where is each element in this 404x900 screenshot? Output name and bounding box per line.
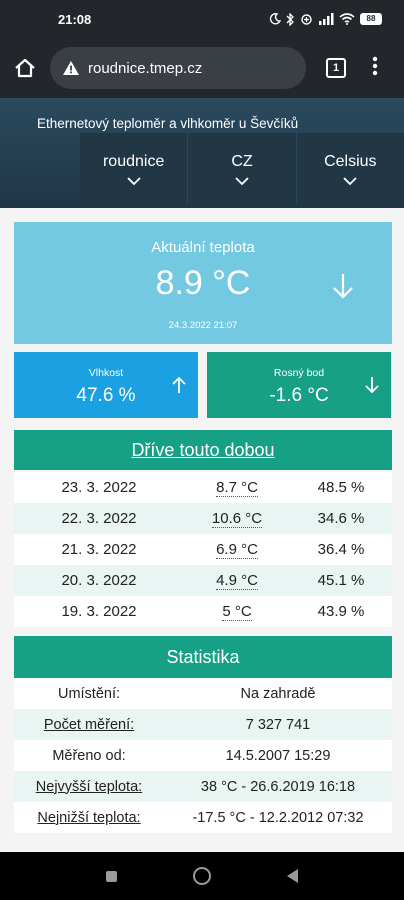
history-temp: 8.7 °C — [184, 479, 290, 497]
current-temperature-timestamp: 24.3.2022 21:07 — [168, 320, 238, 331]
browser-toolbar: roudnice.tmep.cz 1 — [0, 38, 404, 98]
history-humidity: 34.6 % — [317, 510, 365, 527]
history-title-link[interactable]: Dříve touto dobou — [131, 440, 274, 460]
history-date: 20. 3. 2022 — [61, 572, 137, 589]
home-icon — [15, 58, 35, 78]
history-temp-value[interactable]: 6.9 °C — [216, 541, 258, 559]
history-temp: 4.9 °C — [184, 572, 290, 590]
system-navigation-bar — [0, 852, 404, 900]
nav-location-dropdown[interactable]: roudnice — [80, 133, 189, 205]
statistics-header: Statistika — [14, 636, 392, 678]
stat-key: Umístění: — [14, 686, 164, 702]
site-header: Ethernetový teploměr a vlhkoměr u Ševčík… — [0, 98, 404, 208]
table-row: Počet měření: 7 327 741 — [14, 709, 392, 740]
history-temp-value[interactable]: 5 °C — [222, 603, 252, 621]
stat-key: Měřeno od: — [14, 748, 164, 764]
dewpoint-card: Rosný bod -1.6 °C — [207, 352, 391, 418]
stat-key-link[interactable]: Nejvyšší teplota: — [36, 779, 142, 795]
stat-value: 7 327 741 — [245, 716, 311, 733]
history-temp: 6.9 °C — [184, 541, 290, 559]
data-saver-icon — [301, 13, 312, 25]
stat-value: 38 °C - 26.6.2019 16:18 — [200, 778, 356, 795]
nav-language-label: CZ — [231, 153, 253, 170]
chevron-down-icon — [127, 177, 141, 185]
address-bar[interactable]: roudnice.tmep.cz — [50, 47, 306, 89]
arrow-down-icon — [365, 377, 379, 394]
tab-switcher-button[interactable]: 1 — [326, 58, 346, 78]
history-temp: 10.6 °C — [184, 510, 290, 528]
table-row: Umístění: Na zahradě — [14, 678, 392, 709]
history-temp: 5 °C — [184, 603, 290, 621]
home-nav-button[interactable] — [193, 867, 211, 885]
table-row: Měřeno od: 14.5.2007 15:29 — [14, 740, 392, 771]
history-table: 23. 3. 2022 8.7 °C 48.5 % 22. 3. 2022 10… — [14, 472, 392, 627]
more-vert-icon — [372, 56, 378, 76]
history-temp-value[interactable]: 10.6 °C — [211, 510, 263, 528]
stat-key-link[interactable]: Nejnižší teplota: — [37, 810, 140, 826]
history-date: 22. 3. 2022 — [61, 510, 137, 527]
table-row: 23. 3. 2022 8.7 °C 48.5 % — [14, 472, 392, 503]
history-header[interactable]: Dříve touto dobou — [14, 430, 392, 470]
stat-key: Počet měření: — [14, 717, 164, 733]
nav-unit-label: Celsius — [324, 153, 377, 170]
history-temp-value[interactable]: 8.7 °C — [216, 479, 258, 497]
recents-button[interactable] — [106, 870, 117, 882]
table-row: 20. 3. 2022 4.9 °C 45.1 % — [14, 565, 392, 596]
history-date: 23. 3. 2022 — [61, 479, 137, 496]
current-temperature-label: Aktuální teplota — [151, 239, 255, 256]
back-button[interactable] — [287, 869, 298, 883]
warning-icon — [62, 60, 80, 76]
history-humidity: 48.5 % — [317, 479, 365, 496]
stat-value: 14.5.2007 15:29 — [225, 747, 331, 764]
history-date: 21. 3. 2022 — [61, 541, 137, 558]
arrow-down-icon — [333, 274, 353, 299]
arrow-up-icon — [172, 376, 186, 393]
history-humidity: 43.9 % — [317, 603, 365, 620]
status-bar: 21:08 88 — [0, 0, 404, 38]
home-button[interactable] — [0, 58, 50, 78]
chevron-down-icon — [343, 177, 357, 185]
stat-key-label: Umístění: — [57, 685, 121, 702]
history-humidity: 45.1 % — [317, 572, 365, 589]
stat-key: Nejvyšší teplota: — [14, 779, 164, 795]
nav-location-label: roudnice — [102, 153, 165, 170]
status-icons: 88 — [269, 12, 382, 26]
nav-unit-dropdown[interactable]: Celsius — [297, 133, 404, 205]
humidity-card: Vlhkost 47.6 % — [14, 352, 198, 418]
statistics-table: Umístění: Na zahradě Počet měření: 7 327… — [14, 678, 392, 833]
chevron-down-icon — [235, 177, 249, 185]
humidity-label: Vlhkost — [88, 367, 124, 379]
table-row: 19. 3. 2022 5 °C 43.9 % — [14, 596, 392, 627]
table-row: Nejnižší teplota: -17.5 °C - 12.2.2012 0… — [14, 802, 392, 833]
history-date: 19. 3. 2022 — [61, 603, 137, 620]
humidity-value: 47.6 % — [76, 385, 136, 406]
stat-key: Nejnižší teplota: — [14, 810, 164, 826]
url-text: roudnice.tmep.cz — [88, 59, 203, 77]
history-temp-value[interactable]: 4.9 °C — [216, 572, 258, 590]
current-temperature-card: Aktuální teplota 8.9 °C 24.3.2022 21:07 — [14, 222, 392, 344]
bluetooth-icon — [286, 12, 294, 26]
history-humidity: 36.4 % — [317, 541, 365, 558]
site-nav: roudnice CZ Celsius — [80, 133, 404, 205]
signal-icon — [319, 13, 334, 25]
stat-value: -17.5 °C - 12.2.2012 07:32 — [192, 809, 364, 826]
wifi-icon — [339, 13, 355, 25]
stat-key-label: Měřeno od: — [52, 747, 126, 764]
browser-menu-button[interactable] — [372, 56, 378, 80]
stat-key-link[interactable]: Počet měření: — [44, 717, 134, 733]
site-title: Ethernetový teploměr a vlhkoměr u Ševčík… — [37, 116, 299, 131]
dewpoint-label: Rosný bod — [273, 367, 325, 379]
battery-icon: 88 — [360, 13, 382, 25]
stat-value: Na zahradě — [240, 685, 316, 702]
status-time: 21:08 — [58, 11, 92, 27]
nav-language-dropdown[interactable]: CZ — [188, 133, 297, 205]
moon-icon — [269, 13, 281, 25]
table-row: Nejvyšší teplota: 38 °C - 26.6.2019 16:1… — [14, 771, 392, 802]
dewpoint-value: -1.6 °C — [269, 385, 329, 406]
table-row: 22. 3. 2022 10.6 °C 34.6 % — [14, 503, 392, 534]
table-row: 21. 3. 2022 6.9 °C 36.4 % — [14, 534, 392, 565]
